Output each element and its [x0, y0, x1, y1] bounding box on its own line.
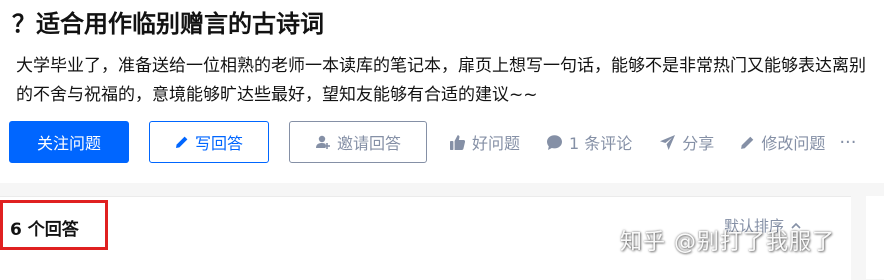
write-answer-button[interactable]: 写回答 — [149, 121, 269, 163]
comment-button[interactable]: 1 条评论 — [546, 121, 632, 163]
follow-question-label: 关注问题 — [36, 134, 101, 153]
share-button[interactable]: 分享 — [659, 121, 714, 163]
comment-icon — [547, 134, 563, 150]
more-actions-button[interactable]: ··· — [839, 121, 856, 163]
good-question-label: 好问题 — [472, 134, 521, 153]
question-title: ？适合用作临别赠言的古诗词 — [12, 7, 324, 41]
pencil-icon — [741, 136, 754, 149]
pencil-icon — [175, 136, 188, 148]
invite-answer-button[interactable]: 邀请回答 — [289, 121, 427, 163]
good-question-button[interactable]: 好问题 — [449, 121, 520, 163]
invite-answer-label: 邀请回答 — [336, 134, 401, 153]
question-actions: 关注问题 写回答 邀请回答 好问题 1 条评论 分享 修改问题 ··· — [9, 121, 857, 163]
watermark: 知乎 @别打了我服了 — [620, 230, 835, 255]
right-sidebar — [866, 196, 884, 279]
question-card: ？适合用作临别赠言的古诗词 大学毕业了，准备送给一位相熟的老师一本读库的笔记本，… — [0, 0, 884, 183]
edit-question-label: 修改问题 — [761, 134, 826, 153]
question-description: 大学毕业了，准备送给一位相熟的老师一本读库的笔记本，扉页上想写一句话，能够不是非… — [16, 56, 866, 105]
share-label: 分享 — [682, 134, 715, 153]
paper-plane-icon — [660, 134, 676, 150]
edit-question-button[interactable]: 修改问题 — [740, 121, 825, 163]
thumbs-up-icon — [450, 134, 466, 150]
more-icon: ··· — [839, 131, 857, 153]
follow-question-button[interactable]: 关注问题 — [9, 121, 129, 163]
question-title-text: 适合用作临别赠言的古诗词 — [36, 10, 324, 38]
add-user-icon — [315, 135, 330, 149]
write-answer-label: 写回答 — [194, 134, 243, 153]
red-highlight-box — [0, 200, 108, 250]
question-title-prefix: ？ — [12, 10, 36, 38]
comment-count-label: 1 条评论 — [569, 134, 633, 153]
